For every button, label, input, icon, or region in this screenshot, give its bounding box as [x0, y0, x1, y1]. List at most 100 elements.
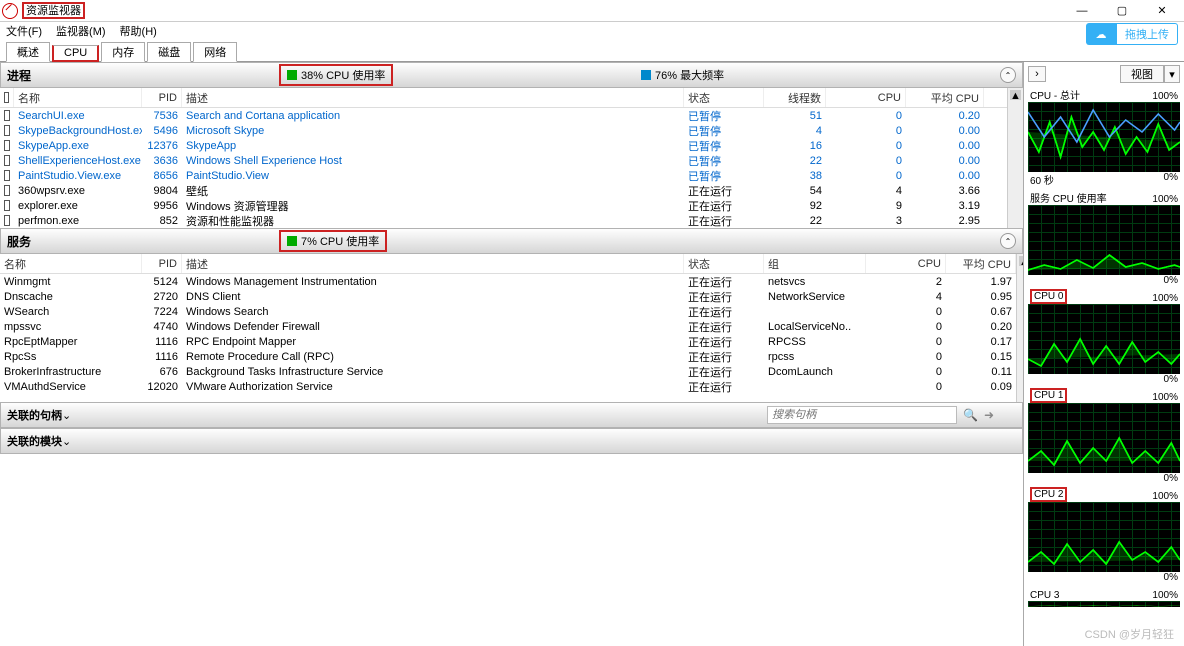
graph-title: CPU 0: [1030, 289, 1067, 304]
search-go-icon[interactable]: ➜: [984, 408, 994, 422]
cell-cpu: 4: [866, 289, 946, 304]
handles-title: 关联的句柄: [7, 407, 62, 423]
tab-disk[interactable]: 磁盘: [147, 42, 191, 62]
collapse-panel-button[interactable]: ›: [1028, 66, 1046, 82]
cell-pid: 8656: [142, 168, 182, 183]
tab-memory[interactable]: 内存: [101, 42, 145, 62]
collapse-button[interactable]: ⌃: [1000, 233, 1016, 249]
table-row[interactable]: SkypeBackgroundHost.exe 5496 Microsoft S…: [0, 123, 1007, 138]
col-status[interactable]: 状态: [684, 254, 764, 273]
expand-button[interactable]: ⌄: [62, 435, 71, 448]
tab-cpu[interactable]: CPU: [52, 45, 99, 62]
handles-header[interactable]: 关联的句柄 🔍 ➜ ⌄: [0, 402, 1023, 428]
table-row[interactable]: perfmon.exe 852 资源和性能监视器 正在运行 22 3 2.95: [0, 213, 1007, 228]
table-row[interactable]: BrokerInfrastructure 676 Background Task…: [0, 364, 1016, 379]
cell-avgcpu: 0.00: [906, 138, 984, 153]
cell-group: netsvcs: [764, 274, 866, 289]
col-name[interactable]: 名称: [14, 88, 142, 107]
cell-pid: 2720: [142, 289, 182, 304]
table-row[interactable]: explorer.exe 9956 Windows 资源管理器 正在运行 92 …: [0, 198, 1007, 213]
row-checkbox[interactable]: [4, 215, 10, 226]
table-row[interactable]: WSearch 7224 Windows Search 正在运行 0 0.67: [0, 304, 1016, 319]
col-desc[interactable]: 描述: [182, 254, 684, 273]
col-threads[interactable]: 线程数: [764, 88, 826, 107]
graph-footer-right: 0%: [1164, 572, 1178, 583]
services-header[interactable]: 服务 7% CPU 使用率 ⌃: [0, 228, 1023, 254]
table-row[interactable]: VMAuthdService 12020 VMware Authorizatio…: [0, 379, 1016, 394]
row-checkbox[interactable]: [4, 155, 10, 166]
table-row[interactable]: Dnscache 2720 DNS Client 正在运行 NetworkSer…: [0, 289, 1016, 304]
row-checkbox[interactable]: [4, 185, 10, 196]
cell-cpu: 0: [826, 153, 906, 168]
search-icon[interactable]: 🔍: [963, 408, 978, 422]
col-avgcpu[interactable]: 平均 CPU: [946, 254, 1016, 273]
expand-button[interactable]: ⌄: [62, 409, 71, 422]
table-row[interactable]: SkypeApp.exe 12376 SkypeApp 已暂停 16 0 0.0…: [0, 138, 1007, 153]
col-name[interactable]: 名称: [0, 254, 142, 273]
cell-status: 正在运行: [684, 319, 764, 334]
processes-header[interactable]: 进程 38% CPU 使用率 76% 最大频率 ⌃: [0, 62, 1023, 88]
close-button[interactable]: ✕: [1142, 1, 1182, 21]
menu-help[interactable]: 帮助(H): [120, 23, 157, 39]
modules-header[interactable]: 关联的模块 ⌄: [0, 428, 1023, 454]
process-scrollbar[interactable]: ▲: [1007, 88, 1023, 228]
col-pid[interactable]: PID: [142, 254, 182, 273]
minimize-button[interactable]: —: [1062, 1, 1102, 21]
cell-status: 已暂停: [684, 108, 764, 123]
processes-section: 进程 38% CPU 使用率 76% 最大频率 ⌃ 名称 PID: [0, 62, 1023, 228]
cell-name: SkypeApp.exe: [14, 138, 142, 153]
menu-bar: 文件(F) 监视器(M) 帮助(H): [0, 22, 1184, 40]
table-row[interactable]: RpcSs 1116 Remote Procedure Call (RPC) 正…: [0, 349, 1016, 364]
col-cpu[interactable]: CPU: [866, 254, 946, 273]
table-row[interactable]: PaintStudio.View.exe 8656 PaintStudio.Vi…: [0, 168, 1007, 183]
col-avgcpu[interactable]: 平均 CPU: [906, 88, 984, 107]
services-scrollbar[interactable]: ▲: [1016, 254, 1023, 402]
cell-desc: VMware Authorization Service: [182, 379, 684, 394]
cell-desc: DNS Client: [182, 289, 684, 304]
cell-status: 已暂停: [684, 123, 764, 138]
col-desc[interactable]: 描述: [182, 88, 684, 107]
menu-monitor[interactable]: 监视器(M): [56, 23, 106, 39]
graph-max: 100%: [1152, 590, 1178, 601]
cell-group: RPCSS: [764, 334, 866, 349]
cell-status: 正在运行: [684, 364, 764, 379]
cell-avgcpu: 0.20: [946, 319, 1016, 334]
row-checkbox[interactable]: [4, 125, 10, 136]
tab-network[interactable]: 网络: [193, 42, 237, 62]
cell-pid: 7536: [142, 108, 182, 123]
cell-name: WSearch: [0, 304, 142, 319]
search-handles-input[interactable]: [767, 406, 957, 424]
cell-pid: 12020: [142, 379, 182, 394]
graph-title: CPU 2: [1030, 487, 1067, 502]
cell-desc: 壁纸: [182, 183, 684, 198]
svc-cpu-stat: 7% CPU 使用率: [279, 230, 387, 252]
table-row[interactable]: 360wpsrv.exe 9804 壁纸 正在运行 54 4 3.66: [0, 183, 1007, 198]
cell-name: explorer.exe: [14, 198, 142, 213]
view-dropdown-icon[interactable]: ▾: [1164, 65, 1180, 83]
menu-file[interactable]: 文件(F): [6, 23, 42, 39]
cell-avgcpu: 1.97: [946, 274, 1016, 289]
col-group[interactable]: 组: [764, 254, 866, 273]
cell-pid: 5496: [142, 123, 182, 138]
col-pid[interactable]: PID: [142, 88, 182, 107]
cell-cpu: 9: [826, 198, 906, 213]
cell-pid: 12376: [142, 138, 182, 153]
select-all-checkbox[interactable]: [4, 92, 9, 103]
table-row[interactable]: ShellExperienceHost.exe 3636 Windows She…: [0, 153, 1007, 168]
col-cpu[interactable]: CPU: [826, 88, 906, 107]
maximize-button[interactable]: ▢: [1102, 1, 1142, 21]
table-row[interactable]: Winmgmt 5124 Windows Management Instrume…: [0, 274, 1016, 289]
table-row[interactable]: RpcEptMapper 1116 RPC Endpoint Mapper 正在…: [0, 334, 1016, 349]
table-row[interactable]: SearchUI.exe 7536 Search and Cortana app…: [0, 108, 1007, 123]
cell-pid: 4740: [142, 319, 182, 334]
collapse-button[interactable]: ⌃: [1000, 67, 1016, 83]
tab-overview[interactable]: 概述: [6, 42, 50, 62]
row-checkbox[interactable]: [4, 200, 10, 211]
table-row[interactable]: mpssvc 4740 Windows Defender Firewall 正在…: [0, 319, 1016, 334]
row-checkbox[interactable]: [4, 110, 10, 121]
row-checkbox[interactable]: [4, 170, 10, 181]
view-button[interactable]: 视图: [1120, 65, 1164, 83]
col-status[interactable]: 状态: [684, 88, 764, 107]
row-checkbox[interactable]: [4, 140, 10, 151]
cell-name: Dnscache: [0, 289, 142, 304]
